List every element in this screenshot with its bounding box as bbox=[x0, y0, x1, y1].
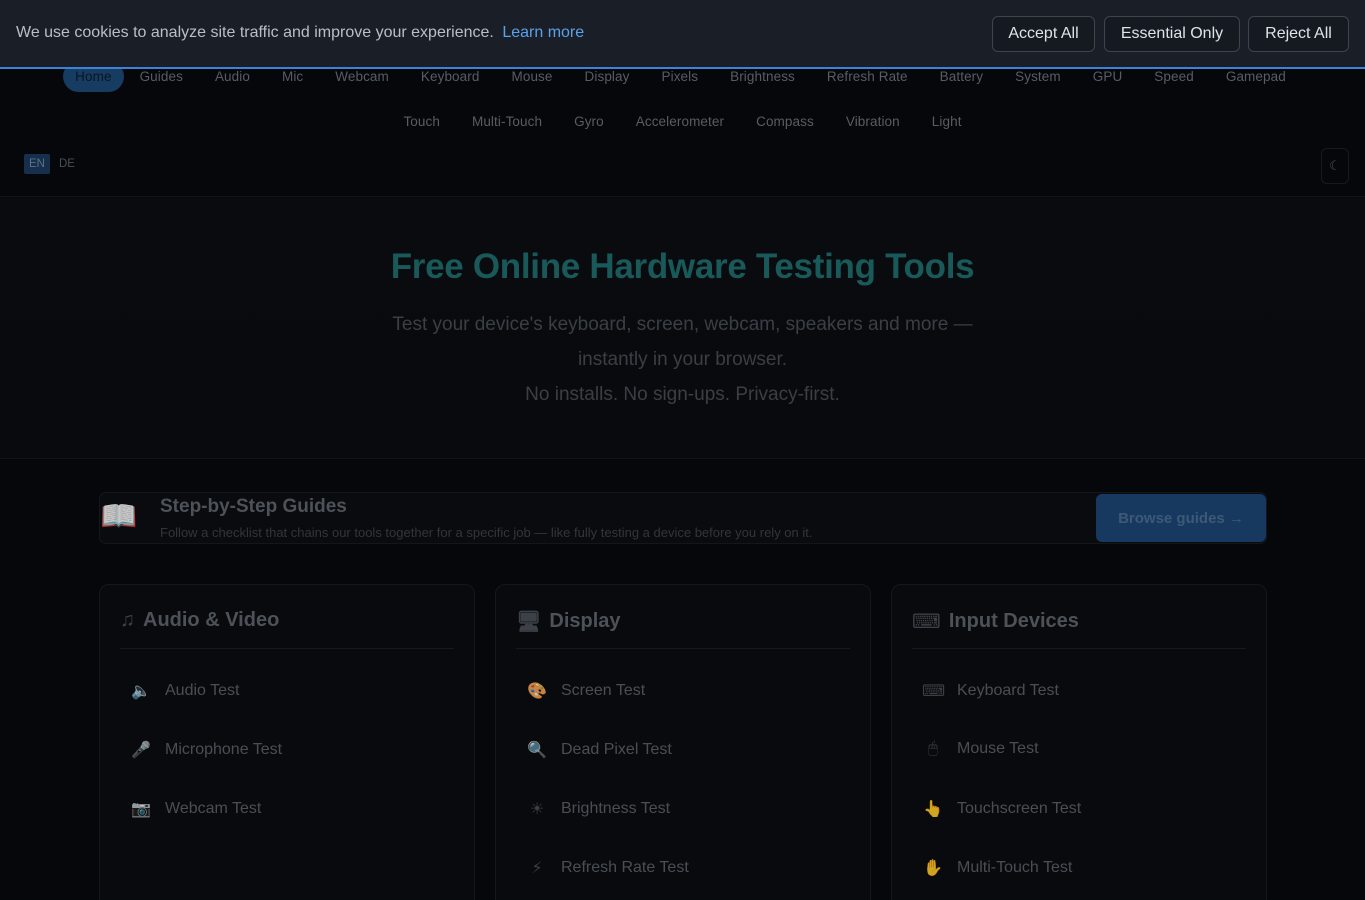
tool-link-screen-test[interactable]: 🎨 Screen Test bbox=[526, 681, 645, 701]
category-card-display: 🖥 Display 🎨 Screen Test 🔍 Dead Pixel Tes… bbox=[495, 584, 871, 900]
guides-banner: 📖 Step-by-Step Guides Follow a checklist… bbox=[99, 492, 1267, 544]
category-title-text: Audio & Video bbox=[143, 609, 280, 631]
nav-light[interactable]: Light bbox=[916, 108, 978, 135]
browse-guides-button[interactable]: Browse guides → bbox=[1096, 494, 1266, 542]
tool-label: Refresh Rate Test bbox=[561, 859, 689, 876]
category-title-text: Display bbox=[549, 610, 621, 632]
category-divider bbox=[120, 648, 454, 649]
tool-link-microphone-test[interactable]: 🎤 Microphone Test bbox=[130, 740, 282, 760]
category-title-text: Input Devices bbox=[948, 610, 1079, 632]
nav-vibration[interactable]: Vibration bbox=[830, 108, 916, 135]
camera-icon: 📷 bbox=[131, 801, 151, 818]
guides-description: Follow a checklist that chains our tools… bbox=[160, 525, 813, 540]
cookie-consent-bar: We use cookies to analyze site traffic a… bbox=[0, 0, 1365, 69]
category-title: ⌨ Input Devices bbox=[912, 609, 1079, 634]
tool-link-dead-pixel-test[interactable]: 🔍 Dead Pixel Test bbox=[526, 740, 672, 760]
tool-label: Dead Pixel Test bbox=[561, 741, 672, 758]
mouse-icon: 🖱 bbox=[928, 740, 938, 757]
tool-link-refresh-rate-test[interactable]: ⚡ Refresh Rate Test bbox=[526, 858, 689, 878]
page: Home Guides Audio Mic Webcam Keyboard Mo… bbox=[0, 0, 1365, 900]
main-nav-row-2: Touch Multi-Touch Gyro Accelerometer Com… bbox=[0, 104, 1365, 138]
tool-label: Brightness Test bbox=[561, 800, 671, 817]
category-card-audio-video: ♫ Audio & Video 🔈 Audio Test 🎤 Microphon… bbox=[99, 584, 475, 900]
hero-section: Free Online Hardware Testing Tools Test … bbox=[0, 197, 1365, 459]
tool-label: Microphone Test bbox=[165, 741, 283, 758]
tool-label: Webcam Test bbox=[165, 800, 262, 817]
tool-link-keyboard-test[interactable]: ⌨ Keyboard Test bbox=[922, 681, 1059, 701]
tool-label: Mouse Test bbox=[957, 740, 1039, 757]
hero-subtitle-line-2: instantly in your browser. bbox=[577, 349, 788, 370]
language-switcher: EN DE bbox=[24, 154, 80, 174]
category-title: 🖥 Display bbox=[516, 609, 621, 634]
accept-all-button[interactable]: Accept All bbox=[992, 16, 1095, 52]
theme-toggle-button[interactable]: ☾ bbox=[1321, 148, 1349, 184]
essential-only-button[interactable]: Essential Only bbox=[1104, 16, 1240, 52]
nav-gyro[interactable]: Gyro bbox=[558, 108, 620, 135]
category-divider bbox=[516, 648, 850, 649]
book-icon: 📖 bbox=[100, 500, 138, 533]
nav-accelerometer[interactable]: Accelerometer bbox=[620, 108, 740, 135]
music-note-icon: ♫ bbox=[120, 609, 135, 631]
category-title: ♫ Audio & Video bbox=[120, 609, 279, 632]
guides-title: Step-by-Step Guides bbox=[160, 496, 347, 517]
tool-label: Audio Test bbox=[165, 682, 240, 699]
nav-touch[interactable]: Touch bbox=[387, 108, 456, 135]
learn-more-link[interactable]: Learn more bbox=[502, 24, 584, 41]
reject-all-button[interactable]: Reject All bbox=[1248, 16, 1349, 52]
speaker-icon: 🔈 bbox=[131, 683, 151, 700]
moon-icon: ☾ bbox=[1329, 158, 1341, 173]
lang-en[interactable]: EN bbox=[24, 154, 50, 174]
category-card-input-devices: ⌨ Input Devices ⌨ Keyboard Test 🖱 Mouse … bbox=[891, 584, 1267, 900]
category-divider bbox=[912, 648, 1246, 649]
monitor-icon: 🖥 bbox=[516, 611, 542, 633]
sun-icon: ☀ bbox=[529, 801, 545, 818]
nav-compass[interactable]: Compass bbox=[740, 108, 830, 135]
tool-link-audio-test[interactable]: 🔈 Audio Test bbox=[130, 681, 239, 701]
cookie-message: We use cookies to analyze site traffic a… bbox=[16, 24, 584, 42]
hero-subtitle-line-1: Test your device's keyboard, screen, web… bbox=[392, 314, 973, 335]
tool-label: Screen Test bbox=[561, 682, 646, 699]
tool-label: Keyboard Test bbox=[957, 682, 1059, 699]
lightning-icon: ⚡ bbox=[531, 860, 543, 877]
palette-icon: 🎨 bbox=[527, 683, 547, 700]
pointing-hand-icon: 👆 bbox=[923, 801, 943, 818]
hand-icon: ✋ bbox=[923, 860, 943, 877]
cookie-message-text: We use cookies to analyze site traffic a… bbox=[16, 24, 494, 41]
hero-subtitle-line-3: No installs. No sign-ups. Privacy-first. bbox=[525, 384, 840, 405]
tool-link-webcam-test[interactable]: 📷 Webcam Test bbox=[130, 799, 261, 819]
keyboard-icon: ⌨ bbox=[912, 611, 941, 633]
tool-link-brightness-test[interactable]: ☀ Brightness Test bbox=[526, 799, 670, 819]
hero-title: Free Online Hardware Testing Tools bbox=[390, 247, 975, 286]
microphone-icon: 🎤 bbox=[131, 742, 151, 759]
lang-de[interactable]: DE bbox=[54, 154, 80, 174]
tool-link-touchscreen-test[interactable]: 👆 Touchscreen Test bbox=[922, 799, 1081, 819]
tool-label: Multi-Touch Test bbox=[957, 859, 1073, 876]
tool-label: Touchscreen Test bbox=[957, 800, 1082, 817]
nav-multi-touch[interactable]: Multi-Touch bbox=[456, 108, 558, 135]
magnifier-icon: 🔍 bbox=[527, 742, 547, 759]
tool-link-multi-touch-test[interactable]: ✋ Multi-Touch Test bbox=[922, 858, 1072, 878]
tool-link-mouse-test[interactable]: 🖱 Mouse Test bbox=[922, 740, 1039, 758]
keyboard-icon: ⌨ bbox=[922, 683, 946, 700]
